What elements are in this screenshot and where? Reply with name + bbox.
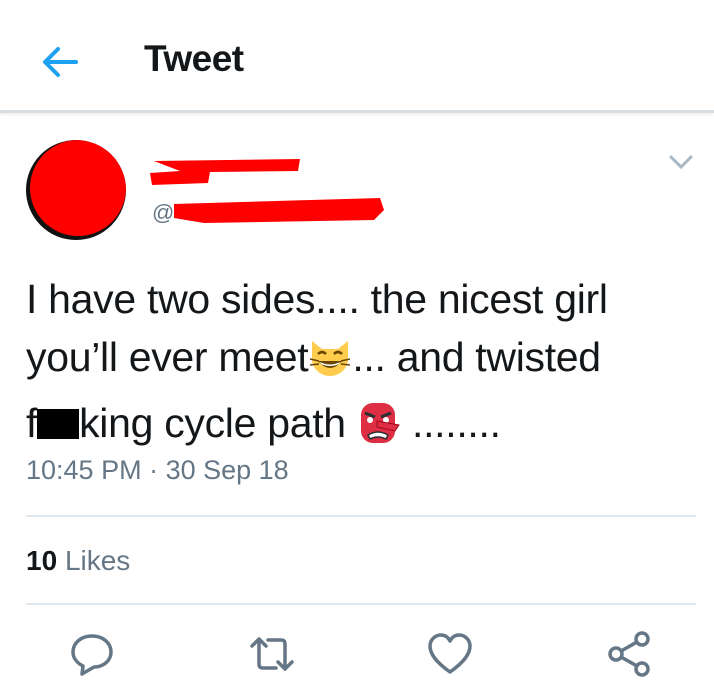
tweet-actions-bar bbox=[0, 630, 714, 680]
tweet-text-part: ........ bbox=[400, 400, 501, 446]
tweet-text-part: king cycle path bbox=[79, 400, 357, 446]
meta-separator: · bbox=[141, 455, 166, 485]
tweet-text: I have two sides.... the nicest girl you… bbox=[26, 270, 696, 460]
page-title: Tweet bbox=[144, 38, 244, 79]
likes-label: Likes bbox=[64, 545, 131, 576]
avatar[interactable] bbox=[26, 140, 126, 240]
likes-count: 10 bbox=[26, 545, 58, 576]
chevron-down-icon bbox=[669, 155, 693, 170]
share-icon bbox=[608, 631, 650, 677]
tweet-date: 30 Sep 18 bbox=[165, 455, 289, 485]
tweet-timestamp: 10:45 PM · 30 Sep 18 bbox=[26, 455, 289, 486]
divider bbox=[26, 603, 696, 605]
tweet-options-button[interactable] bbox=[668, 152, 694, 172]
reply-button[interactable] bbox=[68, 630, 118, 680]
display-name-redaction bbox=[150, 159, 300, 185]
grinning-cat-emoji-icon bbox=[308, 336, 352, 394]
handle-redaction bbox=[174, 198, 384, 223]
tweet-line-1: I have two sides.... the nicest girl bbox=[26, 276, 608, 322]
reply-icon bbox=[71, 634, 113, 676]
handle-at-sign: @ bbox=[152, 200, 175, 225]
arrow-left-icon bbox=[43, 47, 78, 77]
divider bbox=[26, 515, 696, 517]
app-header: Tweet bbox=[0, 0, 714, 113]
retweet-icon bbox=[250, 637, 294, 671]
tweet-line-3: f king cycle path ........ bbox=[26, 394, 696, 460]
goblin-mask-emoji-icon bbox=[357, 401, 401, 460]
avatar-redaction bbox=[30, 140, 126, 236]
like-button[interactable] bbox=[426, 630, 476, 680]
like-icon bbox=[428, 633, 472, 674]
likes-stat[interactable]: 10 Likes bbox=[26, 545, 130, 577]
tweet-text-part: f bbox=[26, 400, 38, 446]
share-button[interactable] bbox=[606, 630, 656, 680]
tweet-text-part: you’ll ever meet bbox=[26, 334, 309, 380]
censor-bar bbox=[37, 409, 80, 439]
back-button[interactable] bbox=[38, 40, 82, 84]
tweet-line-2: you’ll ever meet ... and twisted bbox=[26, 328, 696, 394]
retweet-button[interactable] bbox=[246, 630, 296, 680]
tweet-time: 10:45 PM bbox=[26, 455, 142, 485]
tweet-text-part: ... and twisted bbox=[352, 334, 601, 380]
